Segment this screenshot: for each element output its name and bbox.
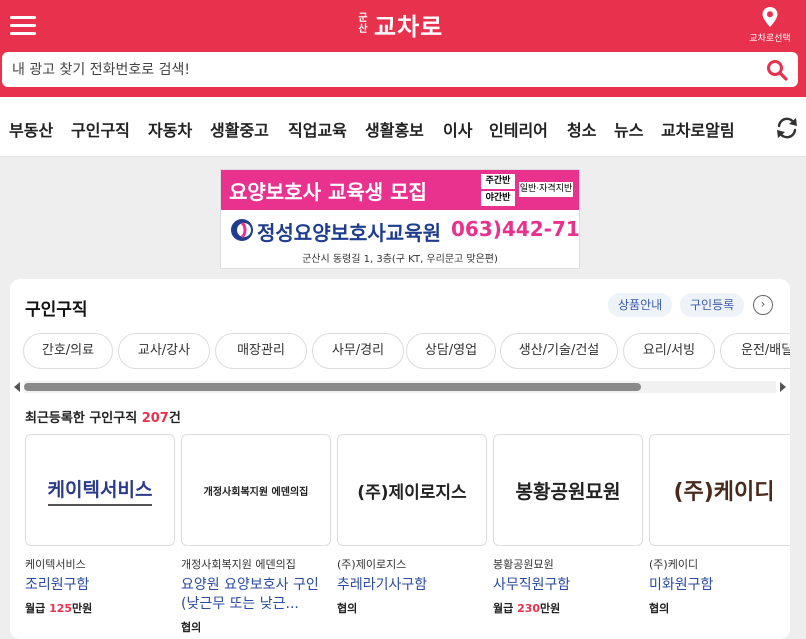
company-name: 개정사회복지원 에덴의집 xyxy=(181,558,296,571)
map-pin-icon xyxy=(762,7,778,27)
job-title[interactable]: 사무직원구함 xyxy=(493,576,643,595)
chip-driving[interactable]: 운전/배달 xyxy=(720,333,790,369)
pay-prefix: 월급 xyxy=(25,602,50,615)
banner-badge-night: 야간반 xyxy=(481,191,515,206)
chip-teacher[interactable]: 교사/강사 xyxy=(118,333,210,369)
banner-academy-name: 정성요양보호사교육원 xyxy=(257,221,441,245)
chip-nursing[interactable]: 간호/의료 xyxy=(23,333,113,369)
nav-item-used-goods[interactable]: 생활중고 xyxy=(210,117,269,141)
company-name: (주)케이디 xyxy=(649,558,699,571)
nav-item-cars[interactable]: 자동차 xyxy=(148,117,192,141)
scroll-left-arrow-icon[interactable] xyxy=(14,382,20,392)
job-title[interactable]: 요양원 요양보호사 구인(낮근무 또는 낮근... xyxy=(181,576,331,614)
scroll-track[interactable] xyxy=(24,381,776,393)
pay-suffix: 협의 xyxy=(337,602,358,615)
recent-label: 최근등록한 구인구직 xyxy=(25,411,138,426)
job-title[interactable]: 추레라기사구함 xyxy=(337,576,487,595)
search-input[interactable] xyxy=(2,61,762,78)
banner-badge-type: 일반·자격지반 xyxy=(519,182,573,197)
nav-item-education[interactable]: 직업교육 xyxy=(288,117,347,141)
chip-production[interactable]: 생산/기술/건설 xyxy=(500,333,618,369)
section-title: 구인구직 xyxy=(25,300,88,320)
company-logo-text: (주)케이디 xyxy=(673,480,775,505)
product-info-button[interactable]: 상품안내 xyxy=(608,293,673,317)
nav-item-promotion[interactable]: 생활홍보 xyxy=(365,117,424,141)
recent-unit: 건 xyxy=(168,411,181,426)
location-select[interactable]: 교차로선택 xyxy=(740,6,800,44)
company-logo[interactable]: 봉황공원묘원 xyxy=(493,434,643,546)
banner-phone: 063)442-7136 xyxy=(451,217,580,241)
nav-item-news[interactable]: 뉴스 xyxy=(614,117,643,141)
job-title[interactable]: 조리원구함 xyxy=(25,576,175,595)
job-listing[interactable]: 개정사회복지원 에덴의집 개정사회복지원 에덴의집 요양원 요양보호사 구인(낮… xyxy=(181,434,331,635)
company-name: (주)제이로지스 xyxy=(337,558,407,571)
pay-suffix: 만원 xyxy=(540,602,561,615)
nav-item-moving[interactable]: 이사 xyxy=(443,117,472,141)
banner-header: 요양보호사 교육생 모집 주간반 야간반 일반·자격지반 xyxy=(221,170,579,210)
menu-icon[interactable] xyxy=(10,16,36,38)
company-logo-text: (주)제이로지스 xyxy=(357,482,467,503)
job-listing[interactable]: 케이텍서비스 케이텍서비스 조리원구함 월급 125만원 xyxy=(25,434,175,616)
more-arrow-icon[interactable]: › xyxy=(753,295,773,315)
job-listing[interactable]: (주)제이로지스 (주)제이로지스 추레라기사구함 협의 xyxy=(337,434,487,616)
chip-cooking[interactable]: 요리/서빙 xyxy=(623,333,715,369)
pay-amount: 125 xyxy=(49,602,73,615)
category-nav: 부동산 구인구직 자동차 생활중고 직업교육 생활홍보 이사 인테리어 청소 뉴… xyxy=(0,97,806,157)
logo-text: 교차로 xyxy=(374,12,444,41)
scroll-thumb[interactable] xyxy=(24,383,641,391)
company-logo[interactable]: 개정사회복지원 에덴의집 xyxy=(181,434,331,546)
pay-amount: 230 xyxy=(517,602,541,615)
company-logo[interactable]: 케이텍서비스 xyxy=(25,434,175,546)
pay-suffix: 협의 xyxy=(181,621,202,634)
chip-office[interactable]: 사무/경리 xyxy=(312,333,404,369)
chip-sales[interactable]: 상담/영업 xyxy=(406,333,496,369)
scroll-right-arrow-icon[interactable] xyxy=(780,382,786,392)
location-label: 교차로선택 xyxy=(749,34,791,44)
recent-jobs-heading: 최근등록한 구인구직 207건 xyxy=(25,407,181,426)
company-name: 봉황공원묘원 xyxy=(493,558,554,571)
company-logo-text: 케이텍서비스 xyxy=(47,478,153,501)
nav-item-interior[interactable]: 인테리어 xyxy=(489,117,548,141)
category-chips: 간호/의료 교사/강사 매장관리 사무/경리 상담/영업 생산/기술/건설 요리… xyxy=(10,333,790,373)
company-logo[interactable]: (주)제이로지스 xyxy=(337,434,487,546)
job-pay: 협의 xyxy=(337,600,487,616)
banner-badge-day: 주간반 xyxy=(481,174,515,189)
academy-logo-icon xyxy=(231,219,253,241)
jobs-section: 구인구직 상품안내 구인등록 › 간호/의료 교사/강사 매장관리 사무/경리 … xyxy=(10,279,790,639)
job-pay: 월급 230만원 xyxy=(493,600,643,616)
job-pay: 협의 xyxy=(649,600,790,616)
nav-item-alerts[interactable]: 교차로알림 xyxy=(661,117,735,141)
chip-store[interactable]: 매장관리 xyxy=(215,333,307,369)
recent-count: 207 xyxy=(141,411,169,426)
company-logo[interactable]: (주)케이디 xyxy=(649,434,790,546)
pay-suffix: 만원 xyxy=(72,602,93,615)
company-logo-text: 개정사회복지원 에덴의집 xyxy=(203,486,309,498)
logo-region: 군산 xyxy=(358,13,368,35)
nav-item-realestate[interactable]: 부동산 xyxy=(9,117,53,141)
job-pay: 월급 125만원 xyxy=(25,600,175,616)
job-listing[interactable]: (주)케이디 (주)케이디 미화원구함 협의 xyxy=(649,434,790,616)
search-icon[interactable] xyxy=(762,55,792,85)
nav-item-jobs[interactable]: 구인구직 xyxy=(71,117,130,141)
banner-address: 군산시 동령길 1, 3층(구 KT, 우리문고 맞은편) xyxy=(302,254,498,265)
nav-item-cleaning[interactable]: 청소 xyxy=(567,117,596,141)
pay-suffix: 협의 xyxy=(649,602,670,615)
company-logo-text: 봉황공원묘원 xyxy=(515,480,621,503)
header: 군산 교차로 교차로선택 xyxy=(0,0,806,97)
job-register-button[interactable]: 구인등록 xyxy=(680,293,745,317)
refresh-icon[interactable] xyxy=(774,115,800,141)
logo[interactable]: 군산 교차로 xyxy=(356,6,443,42)
job-title[interactable]: 미화원구함 xyxy=(649,576,790,595)
job-pay: 협의 xyxy=(181,619,331,635)
search-bar xyxy=(2,52,798,87)
chips-scrollbar[interactable] xyxy=(14,381,786,393)
job-listing[interactable]: 봉황공원묘원 봉황공원묘원 사무직원구함 월급 230만원 xyxy=(493,434,643,616)
company-name: 케이텍서비스 xyxy=(25,558,86,571)
banner-ad[interactable]: 요양보호사 교육생 모집 주간반 야간반 일반·자격지반 정성요양보호사교육원 … xyxy=(220,169,580,269)
pay-prefix: 월급 xyxy=(493,602,518,615)
banner-title: 요양보호사 교육생 모집 xyxy=(229,180,427,204)
